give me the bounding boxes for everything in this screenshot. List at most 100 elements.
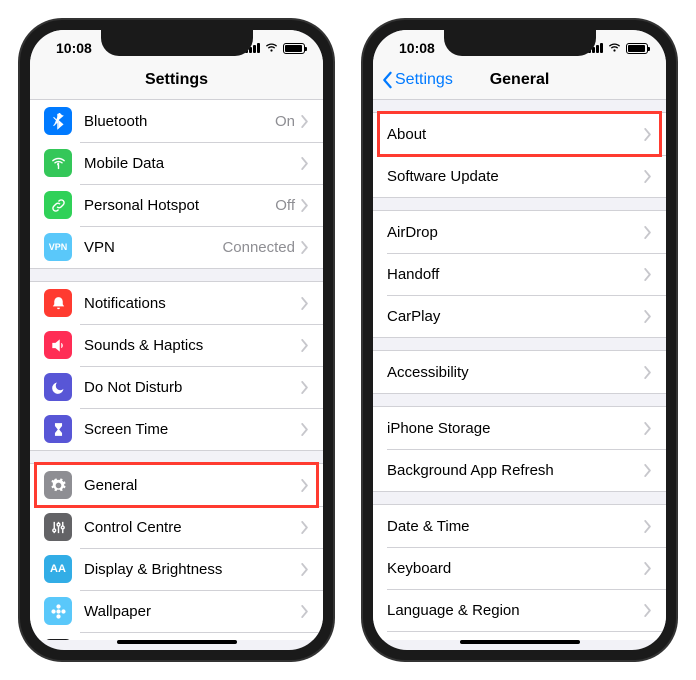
settings-group: About Software Update	[373, 112, 666, 198]
link-icon	[44, 191, 72, 219]
phone-left: 10:08 Settings BluetoothOn Mobile Data Per…	[20, 20, 333, 660]
settings-row-software-update[interactable]: Software Update	[373, 155, 666, 197]
settings-row-personal-hotspot[interactable]: Personal HotspotOff	[30, 184, 323, 226]
settings-row-about[interactable]: About	[373, 113, 666, 155]
hourglass-icon	[44, 415, 72, 443]
page-title: General	[490, 71, 550, 89]
chevron-right-icon	[301, 241, 309, 254]
bell-icon	[44, 289, 72, 317]
speaker-icon	[44, 331, 72, 359]
chevron-right-icon	[644, 422, 652, 435]
settings-row-date-time[interactable]: Date & Time	[373, 505, 666, 547]
row-label: Date & Time	[387, 518, 644, 535]
row-label: Software Update	[387, 168, 644, 185]
settings-row-notifications[interactable]: Notifications	[30, 282, 323, 324]
settings-row-sounds-haptics[interactable]: Sounds & Haptics	[30, 324, 323, 366]
settings-group: Accessibility	[373, 350, 666, 394]
settings-row-display-brightness[interactable]: AA Display & Brightness	[30, 548, 323, 590]
home-indicator[interactable]	[460, 640, 580, 644]
row-label: AirDrop	[387, 224, 644, 241]
settings-row-iphone-storage[interactable]: iPhone Storage	[373, 407, 666, 449]
chevron-right-icon	[301, 563, 309, 576]
settings-row-accessibility[interactable]: Accessibility	[373, 351, 666, 393]
status-time: 10:08	[399, 40, 435, 56]
settings-list[interactable]: BluetoothOn Mobile Data Personal HotspotOf…	[30, 100, 323, 640]
settings-group: Notifications Sounds & Haptics Do Not Dist…	[30, 281, 323, 451]
screen-right: 10:08 Settings General About Software Upd…	[373, 30, 666, 650]
row-label: General	[84, 477, 301, 494]
row-label: Background App Refresh	[387, 462, 644, 479]
row-label: About	[387, 126, 644, 143]
chevron-right-icon	[301, 479, 309, 492]
chevron-right-icon	[644, 562, 652, 575]
back-button[interactable]: Settings	[381, 71, 453, 89]
settings-row-bluetooth[interactable]: BluetoothOn	[30, 100, 323, 142]
bluetooth-icon	[44, 107, 72, 135]
row-label: Control Centre	[84, 519, 301, 536]
screen-left: 10:08 Settings BluetoothOn Mobile Data Per…	[30, 30, 323, 650]
row-label: VPN	[84, 239, 222, 256]
wifi-icon	[264, 41, 279, 56]
chevron-right-icon	[644, 604, 652, 617]
chevron-right-icon	[301, 157, 309, 170]
row-label: Accessibility	[387, 364, 644, 381]
chevron-right-icon	[644, 128, 652, 141]
row-label: Notifications	[84, 295, 301, 312]
row-label: Display & Brightness	[84, 561, 301, 578]
chevron-right-icon	[644, 366, 652, 379]
nav-bar-left: Settings	[30, 60, 323, 100]
home-indicator[interactable]	[117, 640, 237, 644]
row-label: Sounds & Haptics	[84, 337, 301, 354]
settings-row-background-app-refresh[interactable]: Background App Refresh	[373, 449, 666, 491]
wifi-icon	[607, 41, 622, 56]
row-label: iPhone Storage	[387, 420, 644, 437]
phone-right: 10:08 Settings General About Software Upd…	[363, 20, 676, 660]
chevron-right-icon	[301, 423, 309, 436]
row-label: CarPlay	[387, 308, 644, 325]
settings-row-wallpaper[interactable]: Wallpaper	[30, 590, 323, 632]
gear-icon	[44, 471, 72, 499]
chevron-right-icon	[644, 170, 652, 183]
settings-row-carplay[interactable]: CarPlay	[373, 295, 666, 337]
settings-row-siri-search[interactable]: Siri & Search	[30, 632, 323, 640]
notch	[101, 30, 253, 56]
siri-icon	[44, 639, 72, 640]
status-icons	[245, 41, 305, 56]
row-label: Handoff	[387, 266, 644, 283]
settings-row-dictionary[interactable]: Dictionary	[373, 631, 666, 640]
chevron-right-icon	[301, 521, 309, 534]
settings-row-mobile-data[interactable]: Mobile Data	[30, 142, 323, 184]
row-label: Do Not Disturb	[84, 379, 301, 396]
row-label: Personal Hotspot	[84, 197, 275, 214]
notch	[444, 30, 596, 56]
general-list[interactable]: About Software Update AirDrop Handoff CarPla…	[373, 100, 666, 640]
settings-row-vpn[interactable]: VPNVPNConnected	[30, 226, 323, 268]
settings-row-control-centre[interactable]: Control Centre	[30, 506, 323, 548]
settings-row-screen-time[interactable]: Screen Time	[30, 408, 323, 450]
page-title: Settings	[145, 71, 208, 89]
row-label: Mobile Data	[84, 155, 301, 172]
flower-icon	[44, 597, 72, 625]
settings-row-do-not-disturb[interactable]: Do Not Disturb	[30, 366, 323, 408]
back-label: Settings	[395, 71, 453, 89]
settings-row-language-region[interactable]: Language & Region	[373, 589, 666, 631]
chevron-right-icon	[301, 381, 309, 394]
status-time: 10:08	[56, 40, 92, 56]
row-value: Off	[275, 197, 295, 214]
chevron-right-icon	[644, 464, 652, 477]
settings-row-keyboard[interactable]: Keyboard	[373, 547, 666, 589]
row-label: Screen Time	[84, 421, 301, 438]
settings-group: iPhone Storage Background App Refresh	[373, 406, 666, 492]
settings-row-airdrop[interactable]: AirDrop	[373, 211, 666, 253]
row-label: Wallpaper	[84, 603, 301, 620]
chevron-right-icon	[644, 268, 652, 281]
battery-icon	[283, 43, 305, 54]
row-label: Bluetooth	[84, 113, 275, 130]
antenna-icon	[44, 149, 72, 177]
settings-group: AirDrop Handoff CarPlay	[373, 210, 666, 338]
settings-row-general[interactable]: General	[30, 464, 323, 506]
row-value: Connected	[222, 239, 295, 256]
settings-row-handoff[interactable]: Handoff	[373, 253, 666, 295]
settings-group: BluetoothOn Mobile Data Personal HotspotOf…	[30, 100, 323, 269]
textsize-icon: AA	[44, 555, 72, 583]
